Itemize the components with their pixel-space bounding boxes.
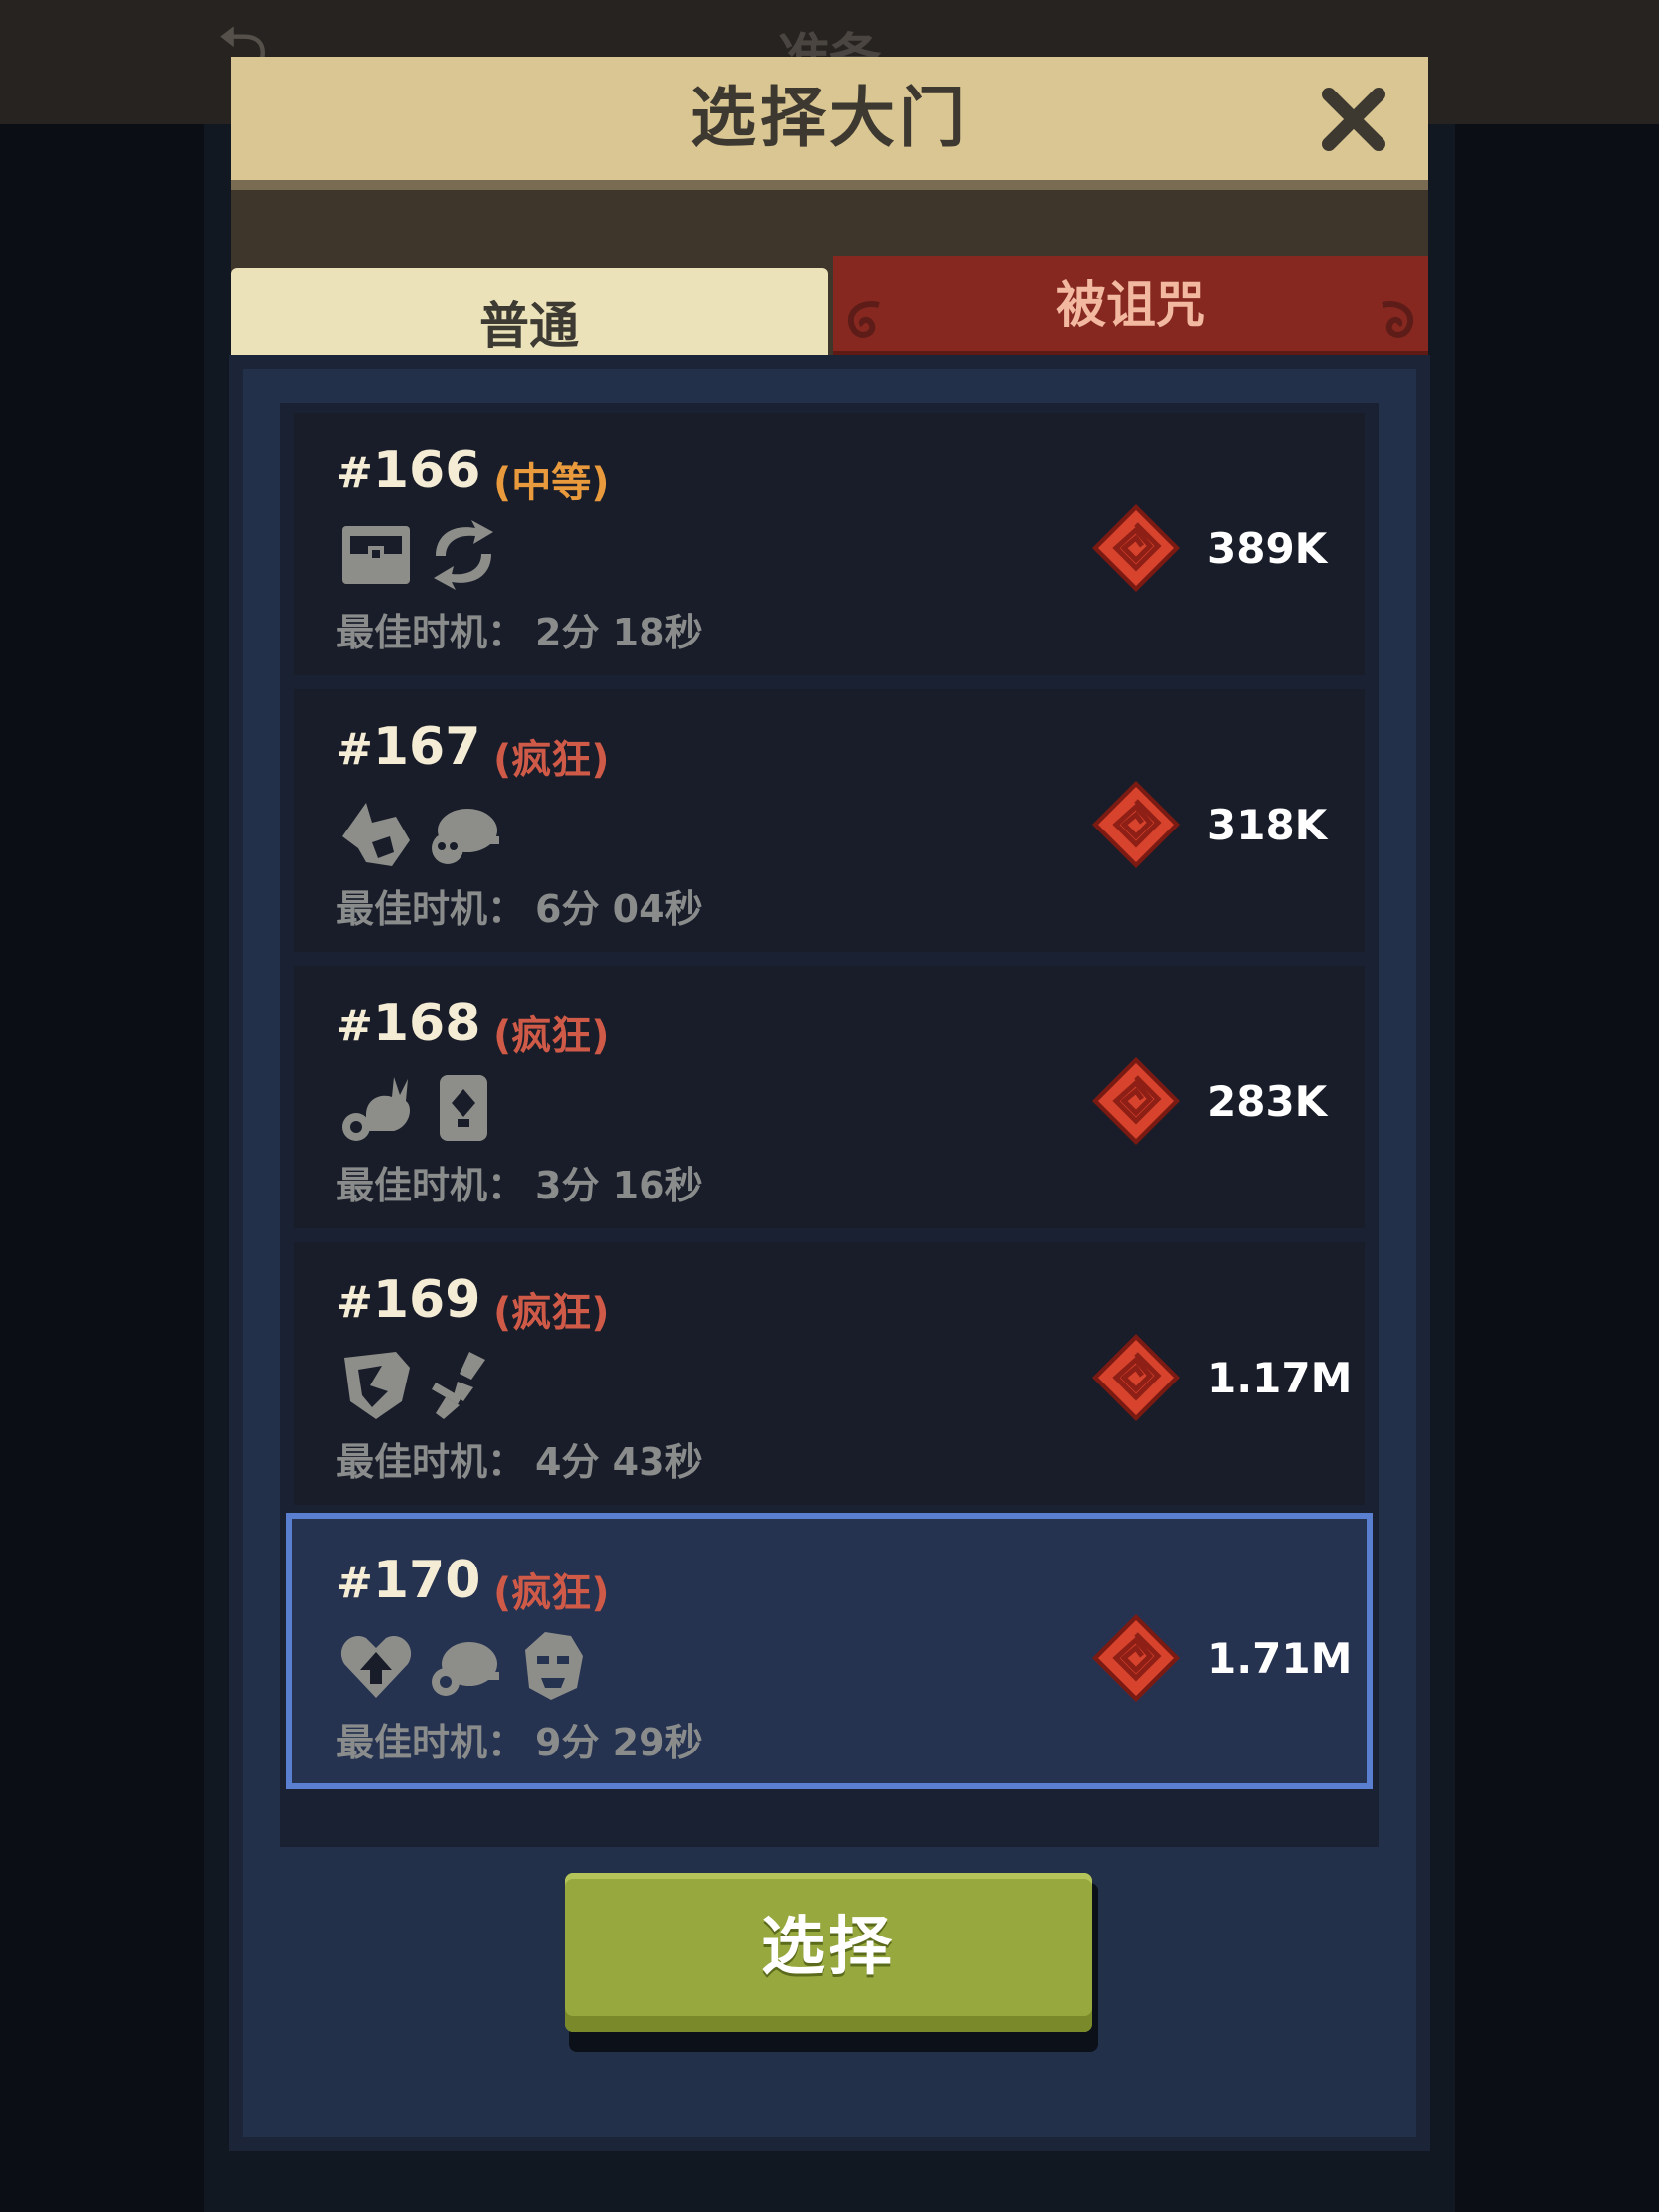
treasure-chest-icon xyxy=(342,526,410,584)
gate-reward-value: 318K xyxy=(1207,801,1328,849)
gate-difficulty: (疯狂) xyxy=(493,1290,610,1336)
select-button-label: 选择 xyxy=(761,1911,896,1984)
gate-modifiers xyxy=(336,1069,503,1149)
select-button[interactable]: 选择 xyxy=(565,1873,1098,2052)
swirl-ornament-icon xyxy=(847,301,880,338)
gate-reward-value: 1.71M xyxy=(1207,1634,1353,1683)
gate-reward-value: 1.17M xyxy=(1207,1354,1353,1402)
gate-number: #166 xyxy=(336,441,481,500)
gate-best-time: 最佳时机： 3分 16秒 xyxy=(336,1164,703,1207)
gate-reward-value: 283K xyxy=(1207,1077,1328,1126)
broken-shield-icon xyxy=(344,1352,410,1419)
gate-reward-value: 389K xyxy=(1207,524,1328,573)
gate-difficulty: (中等) xyxy=(493,461,610,506)
swap-arrows-icon xyxy=(434,520,493,590)
cursed-gem-icon xyxy=(1092,1614,1180,1702)
card-icon xyxy=(440,1075,487,1141)
gate-best-time: 最佳时机： 2分 18秒 xyxy=(336,611,703,654)
gate-number: #170 xyxy=(336,1551,481,1610)
gate-row-170[interactable]: #170 (疯狂) 最佳时机： 9分 29秒 1.71M xyxy=(286,1513,1373,1789)
gate-number: #167 xyxy=(336,717,481,777)
cursed-gem-icon xyxy=(1092,781,1180,868)
tab-cursed-label: 被诅咒 xyxy=(1056,276,1205,334)
gate-difficulty: (疯狂) xyxy=(493,737,610,783)
fox-icon xyxy=(342,803,410,866)
turtle-icon xyxy=(432,1642,499,1696)
heart-up-icon xyxy=(340,1636,412,1698)
gate-row-168[interactable]: #168 (疯狂) 最佳时机： 3分 16秒 283K xyxy=(294,966,1365,1228)
gate-row-169[interactable]: #169 (疯狂) 最佳时机： 4分 43秒 1.17M xyxy=(294,1242,1365,1505)
gate-best-time: 最佳时机： 6分 04秒 xyxy=(336,887,703,931)
rabbit-icon xyxy=(342,1077,410,1141)
broken-sword-icon xyxy=(432,1352,485,1419)
gate-difficulty: (疯狂) xyxy=(493,1570,610,1616)
dialog-title: 选择大门 xyxy=(690,80,969,156)
gate-number: #169 xyxy=(336,1270,481,1330)
gate-modifiers xyxy=(336,1346,503,1425)
gate-best-time: 最佳时机： 4分 43秒 xyxy=(336,1440,703,1484)
gate-best-time: 最佳时机： 9分 29秒 xyxy=(336,1721,703,1764)
swirl-ornament-icon xyxy=(1382,301,1414,338)
cursed-gem-icon xyxy=(1092,504,1180,592)
close-icon xyxy=(1322,88,1385,151)
dialog-header: 选择大门 xyxy=(231,57,1428,190)
tab-cursed[interactable]: 被诅咒 xyxy=(833,256,1428,369)
gate-select-dialog: 选择大门 普通 被诅咒 #166 (中等) 最佳时机： 2分 18秒 389K … xyxy=(229,57,1430,2151)
gate-number: #168 xyxy=(336,994,481,1053)
gate-row-166[interactable]: #166 (中等) 最佳时机： 2分 18秒 389K xyxy=(294,413,1365,675)
gate-modifiers xyxy=(336,1626,591,1706)
gate-modifiers xyxy=(336,793,503,872)
skull-turtle-icon xyxy=(432,809,499,864)
gate-modifiers xyxy=(336,516,503,596)
cursed-gem-icon xyxy=(1092,1057,1180,1145)
close-button[interactable] xyxy=(1319,85,1388,154)
gate-difficulty: (疯狂) xyxy=(493,1014,610,1059)
cursed-gem-icon xyxy=(1092,1334,1180,1421)
gate-row-167[interactable]: #167 (疯狂) 最佳时机： 6分 04秒 318K xyxy=(294,689,1365,952)
orc-face-icon xyxy=(525,1632,583,1700)
